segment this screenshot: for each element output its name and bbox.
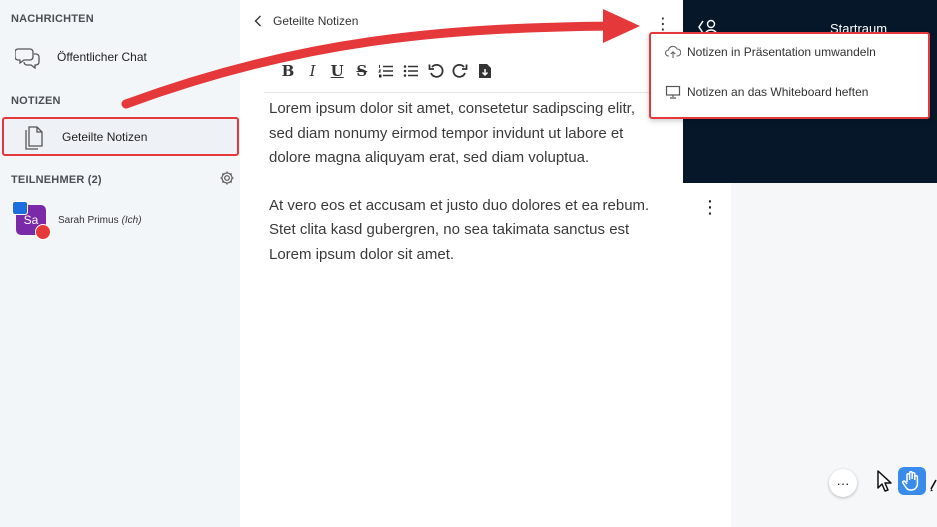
- notes-paragraph: At vero eos et accusam et justo duo dolo…: [269, 196, 650, 263]
- you-label: (Ich): [121, 214, 142, 226]
- strikethrough-button[interactable]: S: [354, 62, 370, 80]
- chevron-left-icon[interactable]: [254, 15, 262, 27]
- ellipsis-icon: ···: [836, 475, 850, 491]
- participants-section-title: TEILNEHMER (2): [11, 174, 102, 186]
- menu-item-pin-to-whiteboard[interactable]: Notizen an das Whiteboard heften: [665, 85, 868, 99]
- hand-icon: [902, 471, 919, 491]
- notes-header[interactable]: Geteilte Notizen: [254, 14, 358, 28]
- notes-paragraph: Lorem ipsum dolor sit amet, consetetur s…: [269, 100, 635, 166]
- sidebar-item-public-chat[interactable]: Öffentlicher Chat: [15, 42, 147, 72]
- cloud-upload-icon: [665, 45, 681, 58]
- bold-button[interactable]: B: [280, 62, 296, 80]
- menu-item-label: Notizen in Präsentation umwandeln: [687, 45, 876, 59]
- sidebar: NACHRICHTEN Öffentlicher Chat NOTIZEN Ge…: [0, 0, 240, 527]
- avatar-initials: Sa: [23, 213, 39, 227]
- participant-name: Sarah Primus (Ich): [58, 215, 142, 226]
- notes-options-button[interactable]: ⋮: [655, 14, 671, 34]
- raise-hand-button[interactable]: [898, 467, 926, 495]
- participant-name-text: Sarah Primus: [58, 214, 119, 226]
- editor-toolbar: B I U S: [280, 62, 501, 80]
- underline-button[interactable]: U: [329, 62, 345, 80]
- ordered-list-icon: [378, 65, 394, 78]
- participant-list-item[interactable]: Sa Sarah Primus (Ich): [12, 201, 142, 240]
- gear-icon[interactable]: [219, 170, 235, 186]
- chat-icon: [15, 48, 40, 69]
- import-button[interactable]: [477, 62, 493, 80]
- messages-section-title: NACHRICHTEN: [11, 13, 94, 25]
- public-chat-label: Öffentlicher Chat: [57, 50, 147, 64]
- undo-icon: [428, 63, 443, 78]
- pointer-cursor-icon[interactable]: [876, 470, 894, 492]
- shared-notes-label: Geteilte Notizen: [62, 129, 148, 144]
- notes-header-title: Geteilte Notizen: [273, 14, 359, 28]
- sidebar-item-shared-notes[interactable]: Geteilte Notizen: [2, 117, 239, 156]
- toolbar-divider: [264, 92, 662, 93]
- bullet-list-icon: [403, 65, 418, 77]
- avatar: Sa: [12, 201, 51, 240]
- more-actions-button[interactable]: ···: [829, 469, 857, 497]
- whiteboard-icon: [665, 85, 681, 99]
- undo-button[interactable]: [428, 62, 444, 80]
- notes-editor-content[interactable]: Lorem ipsum dolor sit amet, consetetur s…: [269, 97, 651, 290]
- file-import-icon: [478, 64, 491, 78]
- moderator-icon: [35, 224, 51, 240]
- notes-section-title: NOTIZEN: [11, 95, 61, 107]
- bullet-list-button[interactable]: [403, 62, 419, 80]
- italic-button[interactable]: I: [305, 62, 321, 80]
- document-icon: [25, 125, 43, 150]
- more-options-icon[interactable]: ⋮: [701, 197, 719, 218]
- shared-notes-panel: Geteilte Notizen B I U S Lorem ipsum dol…: [240, 0, 683, 527]
- notes-options-menu: Notizen in Präsentation umwandeln Notize…: [649, 32, 930, 119]
- redo-button[interactable]: [452, 62, 468, 80]
- presenter-icon: [12, 201, 28, 215]
- menu-item-label: Notizen an das Whiteboard heften: [687, 85, 869, 99]
- ordered-list-button[interactable]: [378, 62, 394, 80]
- redo-icon: [452, 63, 468, 78]
- menu-item-convert-to-presentation[interactable]: Notizen in Präsentation umwandeln: [665, 45, 876, 59]
- pencil-icon[interactable]: [930, 472, 937, 492]
